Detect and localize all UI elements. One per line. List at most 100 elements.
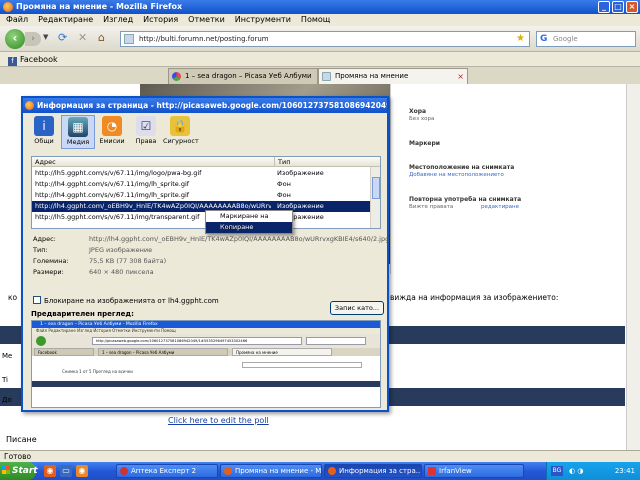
tab-feeds[interactable]: ◔ Емисии: [95, 115, 129, 149]
clock: 23:41: [614, 467, 635, 475]
tray-icons[interactable]: ◐ ◑: [569, 462, 583, 480]
row-type: Изображение: [277, 169, 324, 177]
row-address: http://lh4.ggpht.com/s/v/67.11/img/lh_sp…: [35, 180, 190, 188]
prop-value: 75,5 KB (77 308 байта): [89, 257, 167, 265]
list-item-selected[interactable]: http://lh4.ggpht.com/_oEBH9v_HnlE/TK4wAZ…: [32, 201, 370, 212]
close-button[interactable]: ×: [626, 1, 638, 13]
prop-value: 640 × 480 пиксела: [89, 268, 154, 276]
firefox-quicklaunch-icon[interactable]: ◉: [44, 465, 56, 477]
preview-tab: Facebook: [34, 348, 94, 356]
tab-security[interactable]: 🔒 Сигурност: [163, 115, 199, 149]
search-input[interactable]: G Google: [536, 31, 636, 47]
info-text: вижда на информация за изображението:: [390, 293, 559, 302]
people-value: Без хора: [409, 116, 435, 122]
task-apteka[interactable]: Аптека Експерт 2: [116, 464, 218, 478]
tab-permissions[interactable]: ☑ Права: [129, 115, 163, 149]
people-label: Хора: [409, 108, 427, 115]
side-label: Ti: [2, 376, 9, 384]
menu-bookmarks[interactable]: Отметки: [188, 14, 225, 26]
task-firefox[interactable]: Промяна на мнение - M...: [220, 464, 322, 478]
list-header: Адрес Тип: [32, 157, 380, 167]
rights-link[interactable]: Вижте правата: [409, 204, 453, 210]
list-item[interactable]: http://lh5.ggpht.com/s/v/67.11/img/logo/…: [32, 168, 370, 179]
minimize-button[interactable]: _: [598, 1, 610, 13]
firefox-icon: [224, 467, 232, 475]
prop-label: Големина:: [33, 257, 69, 265]
nav-toolbar: ‹ › ▼ ⟳ ✕ ⌂ http://bulti.forumn.net/post…: [0, 26, 640, 52]
tab-picasa[interactable]: 1 – sea dragon – Picasa Уеб Албуми: [168, 68, 318, 84]
image-preview: 1 – sea dragon – Picasa Уеб Албуми - Moz…: [31, 320, 381, 408]
menu-help[interactable]: Помощ: [301, 14, 330, 26]
system-tray: BG ◐ ◑ 23:41: [546, 462, 640, 480]
tab-edit-post[interactable]: Промяна на мнение ×: [318, 68, 468, 84]
start-button[interactable]: Start: [0, 462, 38, 480]
page-scrollbar[interactable]: [626, 84, 640, 450]
star-icon[interactable]: ★: [516, 32, 525, 46]
close-tab-icon[interactable]: ×: [457, 69, 464, 84]
col-type[interactable]: Тип: [274, 157, 370, 167]
list-item[interactable]: http://lh4.ggpht.com/s/v/67.11/img/lh_sp…: [32, 179, 370, 190]
dialog-tabs: i Общи ▦ Медия ◔ Емисии ☑ Права 🔒 Сигурн…: [27, 115, 199, 149]
block-images-label: Блокиране на изображенията от lh4.ggpht.…: [44, 297, 219, 305]
tab-general[interactable]: i Общи: [27, 115, 61, 149]
task-label: IrfanView: [439, 467, 472, 475]
preview-tab: 1 – sea dragon – Picasa Уеб Албуми: [98, 348, 228, 356]
prop-value: JPEG изображение: [89, 246, 153, 254]
select-all-menu-item[interactable]: Маркиране на всичко: [206, 211, 292, 231]
taskbar: Start ◉ ▭ ◉ Аптека Експерт 2 Промяна на …: [0, 462, 640, 480]
list-item[interactable]: http://lh4.ggpht.com/s/v/67.11/img/lh_sp…: [32, 190, 370, 201]
picasa-icon: [172, 72, 181, 81]
row-address: http://lh5.ggpht.com/s/v/67.11/img/logo/…: [35, 169, 202, 177]
menu-view[interactable]: Изглед: [103, 14, 133, 26]
forward-icon[interactable]: ›: [25, 32, 41, 46]
google-icon: G: [540, 34, 548, 44]
task-page-info[interactable]: Информация за стра...: [324, 464, 422, 478]
reload-icon[interactable]: ⟳: [58, 32, 67, 44]
col-address[interactable]: Адрес: [35, 157, 56, 167]
language-indicator[interactable]: BG: [551, 466, 563, 476]
preview-tabs: Facebook 1 – sea dragon – Picasa Уеб Алб…: [32, 348, 380, 356]
history-dropdown-icon[interactable]: ▼: [43, 33, 48, 41]
feed-icon: ◔: [102, 116, 122, 136]
search-placeholder: Google: [553, 35, 578, 43]
menu-history[interactable]: История: [143, 14, 178, 26]
bookmark-facebook[interactable]: f Facebook: [8, 55, 58, 66]
edit-link[interactable]: редактиране: [481, 204, 519, 210]
location-label: Местоположение на снимката: [409, 164, 515, 171]
page-icon: [322, 72, 331, 81]
status-bar: Готово: [0, 450, 640, 462]
prop-label: Размери:: [33, 268, 64, 276]
tab-label: Медия: [66, 138, 90, 146]
menu-tools[interactable]: Инструменти: [235, 14, 291, 26]
task-irfanview[interactable]: IrfanView: [424, 464, 524, 478]
list-item[interactable]: http://lh5.ggpht.com/s/v/67.11/img/trans…: [32, 212, 370, 223]
maximize-button[interactable]: □: [612, 1, 624, 13]
reuse-label: Повторна употреба на снимката: [409, 196, 522, 203]
truncated-text: ко: [8, 293, 18, 302]
preview-search: [306, 337, 366, 345]
tab-media[interactable]: ▦ Медия: [61, 115, 95, 149]
add-location-link[interactable]: Добавяне на местоположението: [409, 172, 504, 178]
block-images-checkbox[interactable]: [33, 296, 41, 304]
site-favicon: [124, 34, 134, 44]
menu-file[interactable]: Файл: [6, 14, 28, 26]
tab-label: Промяна на мнение: [335, 72, 409, 80]
preview-back-icon: [36, 336, 46, 346]
save-as-button[interactable]: Запис като...: [330, 301, 384, 315]
menu-edit[interactable]: Редактиране: [38, 14, 93, 26]
back-icon[interactable]: ‹: [5, 29, 25, 49]
stop-icon[interactable]: ✕: [78, 32, 87, 44]
home-icon[interactable]: ⌂: [98, 32, 105, 44]
task-label: Аптека Експерт 2: [131, 467, 197, 475]
scroll-thumb[interactable]: [372, 177, 380, 199]
desktop-quicklaunch-icon[interactable]: ▭: [60, 465, 72, 477]
block-images-row[interactable]: Блокиране на изображенията от lh4.ggpht.…: [33, 296, 219, 306]
firefox-quicklaunch-icon-2[interactable]: ◉: [76, 465, 88, 477]
task-label: Информация за стра...: [339, 467, 422, 475]
list-scrollbar[interactable]: [370, 167, 380, 228]
tab-label: Права: [135, 137, 157, 145]
copy-menu-item[interactable]: Копиране: [206, 222, 292, 233]
edit-poll-link[interactable]: Click here to edit the poll: [168, 416, 269, 425]
url-bar[interactable]: http://bulti.forumn.net/posting.forum ★: [120, 31, 530, 47]
firefox-icon: [3, 2, 13, 12]
